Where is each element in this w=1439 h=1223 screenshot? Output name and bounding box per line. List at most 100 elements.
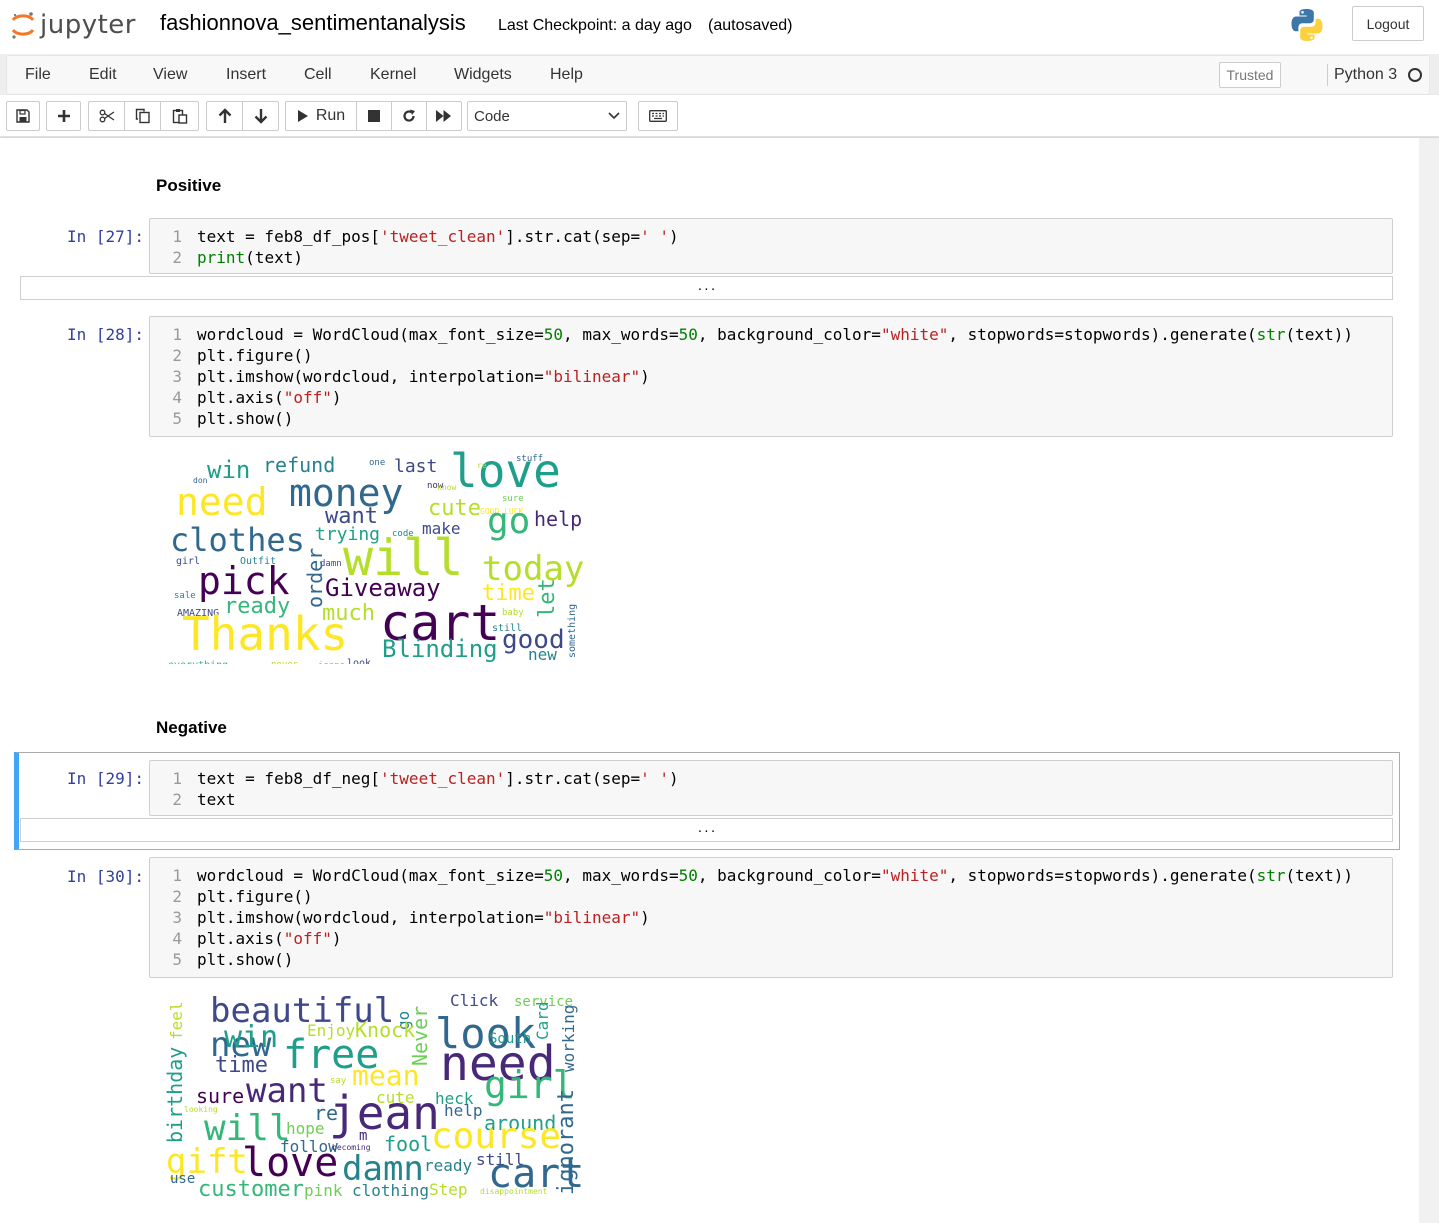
- code-text: ): [640, 908, 650, 927]
- menu-file[interactable]: File: [25, 66, 51, 84]
- cell-30-input[interactable]: 1 wordcloud = WordCloud(max_font_size=50,…: [149, 857, 1393, 978]
- code-text: , max_words=: [563, 325, 679, 344]
- menu-kernel[interactable]: Kernel: [370, 66, 416, 84]
- wordcloud-word: Step: [429, 1180, 468, 1199]
- code-string: "bilinear": [543, 367, 641, 386]
- positive-wordcloud-image: win refund one last lovestuffdonneed money now…: [168, 448, 584, 664]
- jupyter-logo[interactable]: jupyter: [10, 8, 136, 42]
- command-palette-button[interactable]: [638, 101, 678, 131]
- wordcloud-word: let: [535, 578, 560, 618]
- logout-button[interactable]: Logout: [1352, 6, 1424, 41]
- checkpoint-status: Last Checkpoint: a day ago: [498, 17, 692, 34]
- code-text: plt.figure(): [197, 887, 313, 906]
- menu-help[interactable]: Help: [550, 66, 583, 84]
- menu-widgets[interactable]: Widgets: [454, 66, 512, 84]
- paste-button[interactable]: [160, 101, 199, 131]
- negative-wordcloud-image: feel beautiful goClick servicelookCard worki…: [163, 991, 584, 1202]
- code-text: text: [197, 790, 236, 809]
- line-number: 3: [172, 367, 182, 386]
- code-text: , max_words=: [563, 866, 679, 885]
- stop-icon: [368, 110, 380, 122]
- arrow-down-icon: [254, 109, 267, 124]
- wordcloud-word: cute: [428, 496, 481, 521]
- wordcloud-word: one: [369, 458, 385, 468]
- wordcloud-word: know: [437, 483, 456, 492]
- code-text: , background_color=: [697, 325, 881, 344]
- insert-cell-button[interactable]: [46, 101, 81, 131]
- code-text: , background_color=: [697, 866, 881, 885]
- wordcloud-word: birthday: [163, 1047, 187, 1143]
- code-text: text = feb8_df_pos[: [197, 227, 381, 246]
- code-text: ): [669, 769, 679, 788]
- wordcloud-word: Click: [450, 991, 499, 1010]
- save-icon: [16, 109, 30, 123]
- copy-icon: [135, 108, 150, 124]
- move-up-button[interactable]: [206, 101, 243, 131]
- paste-icon: [172, 109, 187, 124]
- collapsed-output-27[interactable]: ...: [20, 276, 1393, 300]
- code-number: 50: [543, 866, 564, 885]
- positive-heading[interactable]: Positive: [156, 176, 221, 196]
- code-text: ].str.cat(sep=: [505, 227, 641, 246]
- wordcloud-word: everything: [168, 660, 228, 664]
- code-text: ): [331, 388, 342, 407]
- scrollbar[interactable]: [1419, 138, 1439, 1223]
- interrupt-button[interactable]: [356, 101, 392, 131]
- copy-button[interactable]: [124, 101, 161, 131]
- wordcloud-word: disappointment: [480, 1187, 548, 1196]
- menu-bar: File Edit View Insert Cell Kernel Widget…: [6, 55, 1430, 95]
- code-text: ): [331, 929, 342, 948]
- cut-button[interactable]: [88, 101, 125, 131]
- wordcloud-word: feel: [167, 1001, 186, 1040]
- wordcloud-word: Card: [533, 1001, 552, 1040]
- wordcloud-word: something: [567, 604, 578, 658]
- code-text: wordcloud = WordCloud(max_font_size=: [197, 325, 544, 344]
- wordcloud-word: say: [330, 1076, 347, 1086]
- wordcloud-word: order: [303, 548, 327, 608]
- arrow-up-icon: [218, 108, 231, 123]
- plus-icon: [57, 110, 70, 122]
- line-number: 2: [172, 790, 182, 809]
- restart-icon: [403, 109, 415, 122]
- move-down-button[interactable]: [242, 101, 279, 131]
- code-number: 50: [543, 325, 564, 344]
- code-number: 50: [678, 866, 698, 885]
- wordcloud-word: baby: [502, 608, 524, 618]
- code-text: ].str.cat(sep=: [505, 769, 641, 788]
- run-button[interactable]: Run: [285, 101, 357, 131]
- cell-27-input[interactable]: 1 text = feb8_df_pos['tweet_clean'].str.c…: [149, 218, 1393, 274]
- code-text: plt.show(): [197, 409, 294, 428]
- menu-divider: [1327, 64, 1328, 86]
- menu-edit[interactable]: Edit: [89, 66, 117, 84]
- code-string: "bilinear": [543, 908, 641, 927]
- line-number: 5: [172, 950, 182, 969]
- restart-kernel-button[interactable]: [391, 101, 427, 131]
- code-string: ' ': [640, 769, 670, 788]
- code-keyword: print: [197, 248, 246, 267]
- line-number: 1: [172, 325, 182, 344]
- wordcloud-word: jeans: [318, 661, 345, 664]
- restart-run-all-button[interactable]: [426, 101, 462, 131]
- code-string: "off": [283, 929, 332, 948]
- collapsed-output-29[interactable]: ...: [20, 818, 1393, 842]
- menu-cell[interactable]: Cell: [304, 66, 332, 84]
- cell-type-select[interactable]: Code: [467, 101, 627, 131]
- cell-28-input[interactable]: 1 wordcloud = WordCloud(max_font_size=50,…: [149, 316, 1393, 437]
- menu-insert[interactable]: Insert: [226, 66, 266, 84]
- wordcloud-word: stuff: [516, 454, 543, 464]
- kernel-name: Python 3: [1334, 66, 1398, 83]
- code-text: text = feb8_df_neg[: [197, 769, 381, 788]
- save-button[interactable]: [6, 101, 40, 131]
- code-text: plt.show(): [197, 950, 294, 969]
- kernel-idle-icon: [1408, 68, 1422, 82]
- menu-view[interactable]: View: [153, 66, 187, 84]
- notebook-title[interactable]: fashionnova_sentimentanalysis: [160, 10, 466, 36]
- code-text: wordcloud = WordCloud(max_font_size=: [197, 866, 544, 885]
- wordcloud-word: customer: [198, 1177, 304, 1202]
- cell-29-prompt: In [29]:: [66, 769, 144, 788]
- negative-heading[interactable]: Negative: [156, 718, 227, 738]
- cell-29-input[interactable]: 1 text = feb8_df_neg['tweet_clean'].str.c…: [149, 760, 1393, 816]
- code-keyword: str: [1256, 325, 1286, 344]
- code-string: "off": [283, 388, 332, 407]
- trusted-indicator[interactable]: Trusted: [1219, 62, 1281, 88]
